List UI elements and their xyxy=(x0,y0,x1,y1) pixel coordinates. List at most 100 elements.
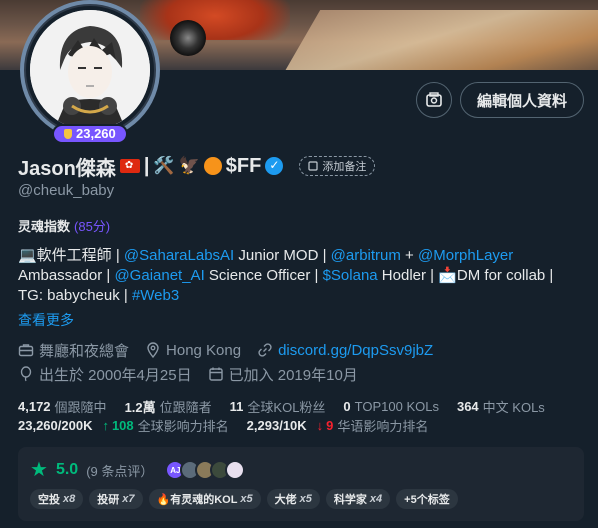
balloon-icon xyxy=(20,366,32,382)
kol-fans-label: 全球KOL粉丝 xyxy=(247,399,326,415)
tag-chip[interactable]: 大佬 x5 xyxy=(266,489,320,509)
more-tags-chip[interactable]: +5个标签 xyxy=(396,489,458,509)
location-icon xyxy=(147,342,159,358)
top100-count[interactable]: 0 TOP100 KOLs xyxy=(343,399,439,414)
global-rank-label: 全球影响力排名 xyxy=(137,418,229,434)
kol-fans-count[interactable]: 11 全球KOL粉丝 xyxy=(230,397,326,416)
review-card[interactable]: ★ 5.0 (9 条点评） AJ 空投 x8 投研 x7 🔥有灵魂的KOL x5 大佬… xyxy=(18,447,584,521)
tag-chip[interactable]: 科学家 x4 xyxy=(325,489,391,509)
following-label: 個跟隨中 xyxy=(54,399,107,415)
tag-multiplier: x5 xyxy=(299,493,312,505)
soul-index[interactable]: 灵魂指数 (85分) xyxy=(18,216,110,235)
tag-label: 空投 xyxy=(38,494,60,506)
bio-text: Junior MOD | xyxy=(234,247,331,264)
name-separator: | xyxy=(143,154,150,177)
stats-row-1: 4,172 個跟隨中 1.2萬 位跟隨者 11 全球KOL粉丝 0 TOP100 KOL… xyxy=(18,397,563,415)
briefcase-icon xyxy=(18,344,34,357)
show-more-link[interactable]: 查看更多 xyxy=(18,310,74,330)
tag-multiplier: x8 xyxy=(63,493,76,505)
reviewer-avatars[interactable]: AJ xyxy=(165,460,246,480)
location-text: Hong Kong xyxy=(166,341,242,359)
tag-label: 大佬 xyxy=(274,494,297,506)
bio-text: Hodler | 📩DM for collab | xyxy=(377,267,554,284)
display-name-row: Jason傑森 | 🛠️ 🦅 $FF 添加备注 xyxy=(18,153,376,180)
reviewer-avatar xyxy=(225,460,246,480)
bio-text: TG: babycheuk | xyxy=(18,287,132,304)
global-rank-change: 108 xyxy=(111,417,134,433)
rating-value: 5.0 xyxy=(55,461,79,478)
avatar[interactable] xyxy=(26,6,154,134)
category-item: 舞廳和夜總會 xyxy=(18,340,129,361)
followers-count[interactable]: 1.2萬 位跟隨者 xyxy=(125,397,212,416)
bio-text: Science Officer | xyxy=(204,267,323,284)
cn-rank[interactable]: 2,293/10K ↓ 9 华语影响力排名 xyxy=(247,416,429,435)
birthday-item: 出生於 2000年4月25日 xyxy=(18,364,192,385)
cn-rank-label: 华语影响力排名 xyxy=(337,418,429,434)
cashtag-link[interactable]: $Solana xyxy=(323,267,378,284)
cn-kols-label: 中文 KOLs xyxy=(482,399,545,415)
category-text: 舞廳和夜總會 xyxy=(39,342,130,360)
score-badge[interactable]: 23,260 xyxy=(52,124,128,144)
tools-icon: 🛠️ xyxy=(153,156,175,175)
score-badge-value: 23,260 xyxy=(76,126,116,141)
review-count[interactable]: (9 条点评） xyxy=(86,461,153,480)
cn-kols-count[interactable]: 364 中文 KOLs xyxy=(457,397,545,416)
joined-item: 已加入 2019年10月 xyxy=(208,364,358,385)
link-icon xyxy=(258,343,272,357)
following-count[interactable]: 4,172 個跟隨中 xyxy=(18,397,107,416)
banner-wheel-graphic xyxy=(170,20,206,56)
following-number: 4,172 xyxy=(18,398,51,414)
kol-fans-number: 11 xyxy=(229,398,244,414)
banner-road-graphic xyxy=(279,10,598,70)
hk-flag-icon xyxy=(119,159,140,173)
banner-car-graphic xyxy=(140,0,290,40)
top100-label: TOP100 KOLs xyxy=(354,398,439,414)
bio-text: Ambassador | xyxy=(18,267,115,284)
verified-icon[interactable] xyxy=(265,157,284,175)
eagle-icon: 🦅 xyxy=(178,156,200,175)
cn-kols-number: 364 xyxy=(456,398,479,414)
hashtag-link[interactable]: #Web3 xyxy=(132,287,179,304)
location-item: Hong Kong xyxy=(145,342,241,359)
handle: @cheuk_baby xyxy=(18,182,115,199)
mention-link[interactable]: @arbitrum xyxy=(331,247,401,264)
profile-url-link[interactable]: discord.gg/DqpSsv9jbZ xyxy=(278,342,433,359)
cn-rank-change: 9 xyxy=(326,417,334,433)
more-tags-label: +5个标签 xyxy=(404,494,450,506)
top100-number: 0 xyxy=(343,398,351,414)
profile-meta-row-2: 出生於 2000年4月25日 已加入 2019年10月 xyxy=(18,364,368,384)
profile-meta-row-1: 舞廳和夜總會 Hong Kong discord.gg/DqpSsv9jbZ xyxy=(18,340,443,360)
bio: 💻軟件工程師 | @SaharaLabsAI Junior MOD | @arb… xyxy=(18,246,578,306)
mention-link[interactable]: @Gaianet_AI xyxy=(114,267,204,284)
birthday-text: 出生於 2000年4月25日 xyxy=(39,366,192,384)
add-note-label: 添加备注 xyxy=(322,161,367,173)
bulb-icon xyxy=(64,129,72,139)
joined-text: 已加入 2019年10月 xyxy=(228,366,358,384)
arrow-up-icon: ↑ xyxy=(102,417,109,433)
global-rank[interactable]: 23,260/200K ↑ 108 全球影响力排名 xyxy=(18,416,229,435)
avatar-illustration xyxy=(30,10,150,130)
arrow-down-icon: ↓ xyxy=(316,417,324,433)
add-note-button[interactable]: 添加备注 xyxy=(299,156,376,176)
bio-text: 💻軟件工程師 | xyxy=(18,247,124,264)
bio-line-2: Ambassador | @Gaianet_AI Science Officer… xyxy=(18,266,578,286)
edit-profile-button[interactable]: 編輯個人資料 xyxy=(460,82,584,118)
cn-rank-value: 2,293/10K xyxy=(246,417,307,433)
global-rank-value: 23,260/200K xyxy=(18,417,93,433)
mention-link[interactable]: @MorphLayer xyxy=(418,247,513,264)
media-button[interactable] xyxy=(416,82,452,118)
tag-multiplier: x4 xyxy=(369,493,383,505)
soul-index-value: (85分) xyxy=(74,219,111,234)
tag-chip[interactable]: 空投 x8 xyxy=(30,489,84,509)
tag-label: 科学家 xyxy=(333,494,367,506)
followers-number: 1.2萬 xyxy=(124,399,156,415)
note-icon xyxy=(308,161,318,171)
bio-line-3: TG: babycheuk | #Web3 xyxy=(18,286,578,306)
tag-chip[interactable]: 投研 x7 xyxy=(89,489,143,509)
url-item[interactable]: discord.gg/DqpSsv9jbZ xyxy=(257,342,433,359)
mention-link[interactable]: @SaharaLabsAI xyxy=(124,247,234,264)
tag-multiplier: x5 xyxy=(240,493,253,505)
ticker: $FF xyxy=(225,154,262,177)
tag-chip[interactable]: 🔥有灵魂的KOL x5 xyxy=(148,489,261,509)
calendar-icon xyxy=(208,367,223,381)
